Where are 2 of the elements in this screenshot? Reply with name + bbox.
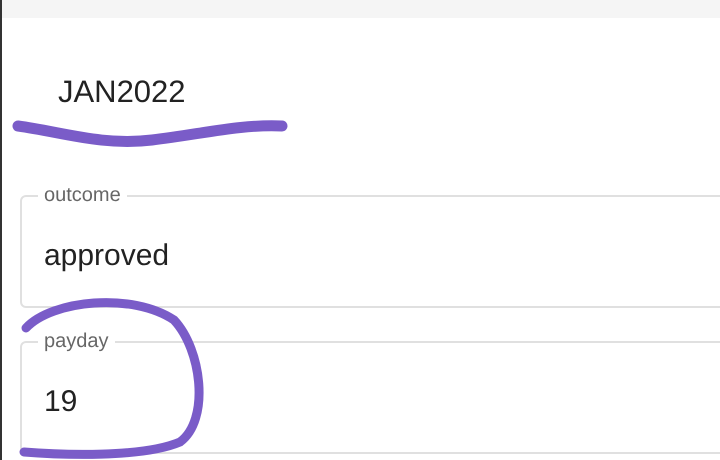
month-heading: JAN2022 [58, 74, 186, 110]
text-field[interactable]: payday 19 [20, 330, 720, 454]
